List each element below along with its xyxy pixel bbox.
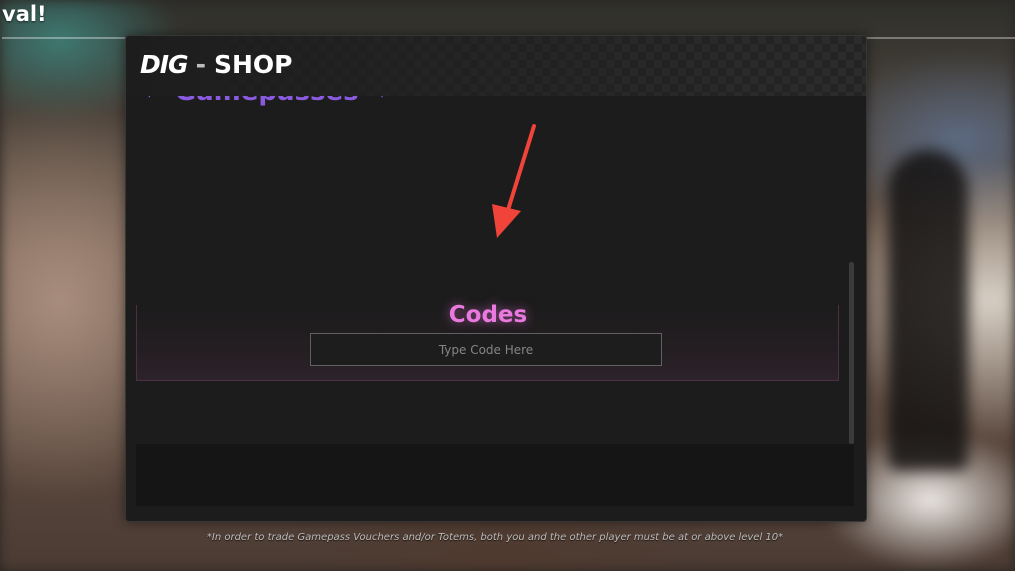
scrollbar[interactable]	[849, 262, 854, 444]
title-separator: -	[195, 50, 206, 79]
codes-title: Codes	[448, 302, 528, 328]
panel-bottom-strip	[136, 444, 854, 506]
trade-footnote: *In order to trade Gamepass Vouchers and…	[206, 532, 784, 543]
shop-panel: DIG - SHOP ▼ Gamepasses ▼ Codes	[125, 35, 867, 522]
code-input[interactable]	[310, 333, 662, 366]
dig-logo: DIG	[140, 50, 189, 79]
shop-title-label: SHOP	[213, 50, 293, 79]
hud-top-text: val!	[2, 2, 47, 26]
shop-title: DIG - SHOP	[140, 50, 292, 80]
blurred-player-figure	[888, 150, 968, 470]
game-screen: val! DIG - SHOP ▼ Gamepasses ▼ Codes *In…	[0, 0, 1015, 571]
